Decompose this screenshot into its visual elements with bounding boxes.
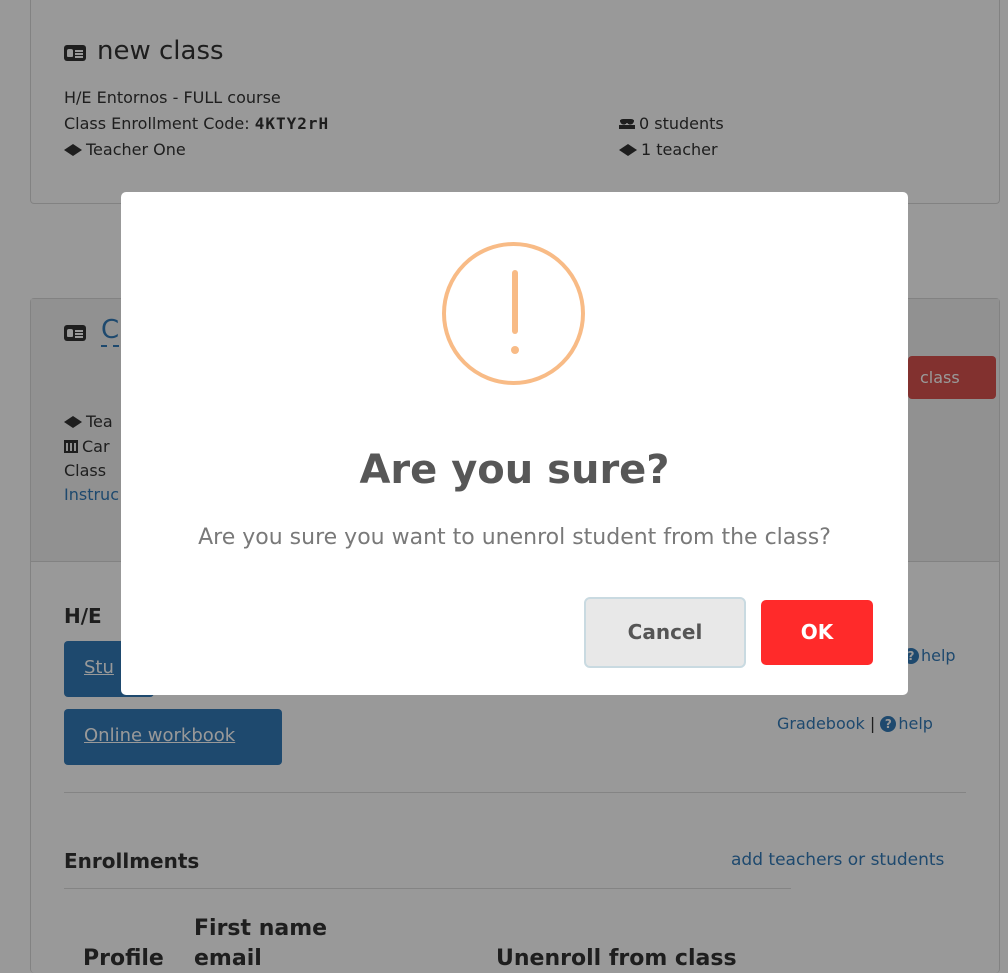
cancel-button[interactable]: Cancel xyxy=(584,597,746,668)
dialog-title: Are you sure? xyxy=(359,447,670,493)
warning-icon-bar xyxy=(512,270,518,334)
confirm-dialog: Are you sure? Are you sure you want to u… xyxy=(121,192,908,695)
dialog-message: Are you sure you want to unenrol student… xyxy=(198,525,831,550)
ok-button[interactable]: OK xyxy=(761,600,873,665)
page: new class H/E Entornos - FULL course Cla… xyxy=(0,0,1008,973)
warning-icon-dot xyxy=(511,346,519,354)
warning-icon xyxy=(442,242,585,385)
